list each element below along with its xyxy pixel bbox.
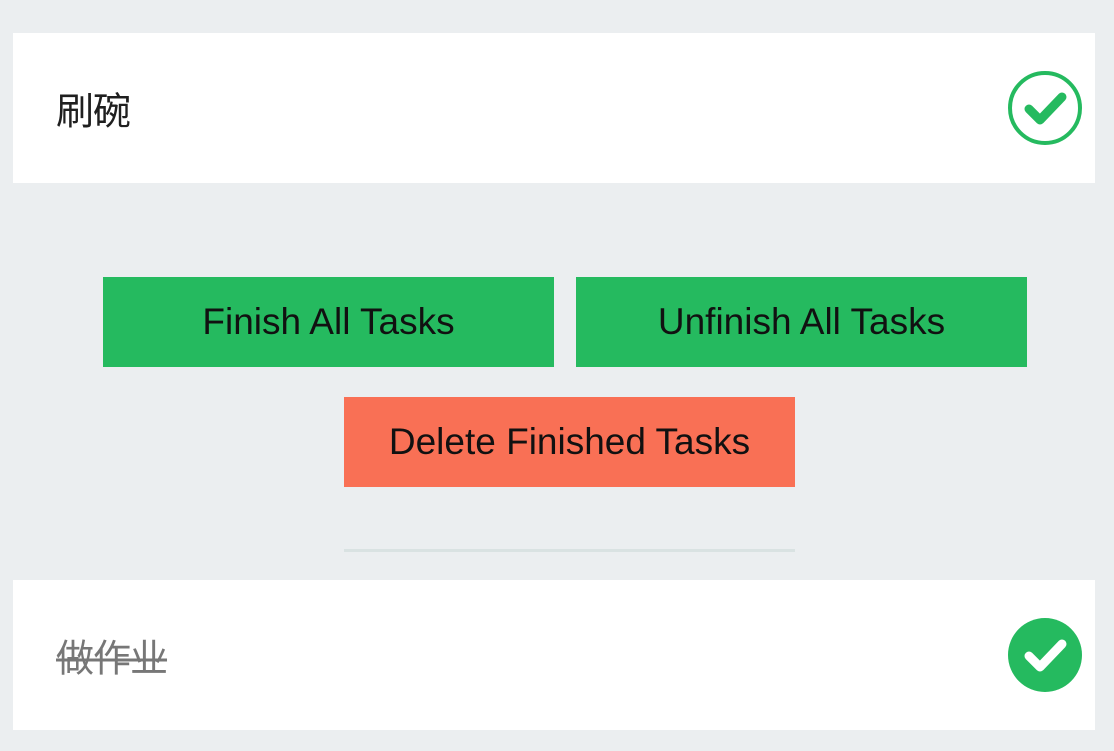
check-circle-filled-icon[interactable] — [1007, 617, 1083, 693]
task-item: 做作业 — [13, 580, 1095, 730]
divider — [344, 549, 795, 552]
finish-all-tasks-button[interactable]: Finish All Tasks — [103, 277, 554, 367]
check-circle-outline-icon[interactable] — [1007, 70, 1083, 146]
task-label: 做作业 — [56, 636, 168, 681]
delete-finished-tasks-button[interactable]: Delete Finished Tasks — [344, 397, 795, 487]
task-label: 刷碗 — [56, 89, 131, 134]
unfinish-all-tasks-button[interactable]: Unfinish All Tasks — [576, 277, 1027, 367]
task-item: 刷碗 — [13, 33, 1095, 183]
